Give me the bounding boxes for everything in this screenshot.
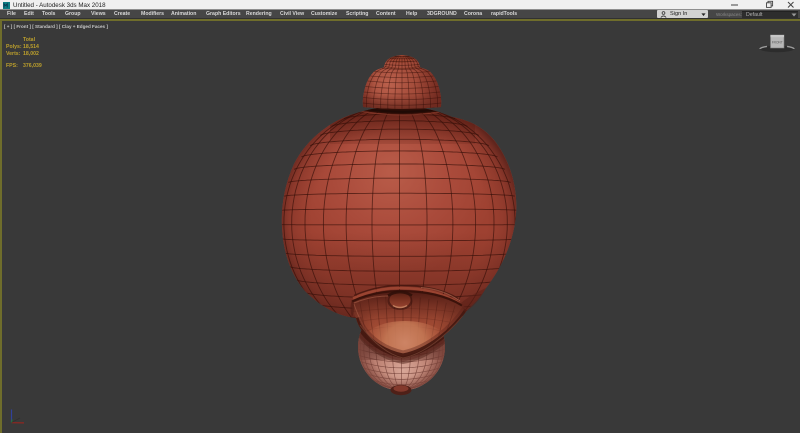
svg-text:FRONT: FRONT (772, 41, 783, 45)
